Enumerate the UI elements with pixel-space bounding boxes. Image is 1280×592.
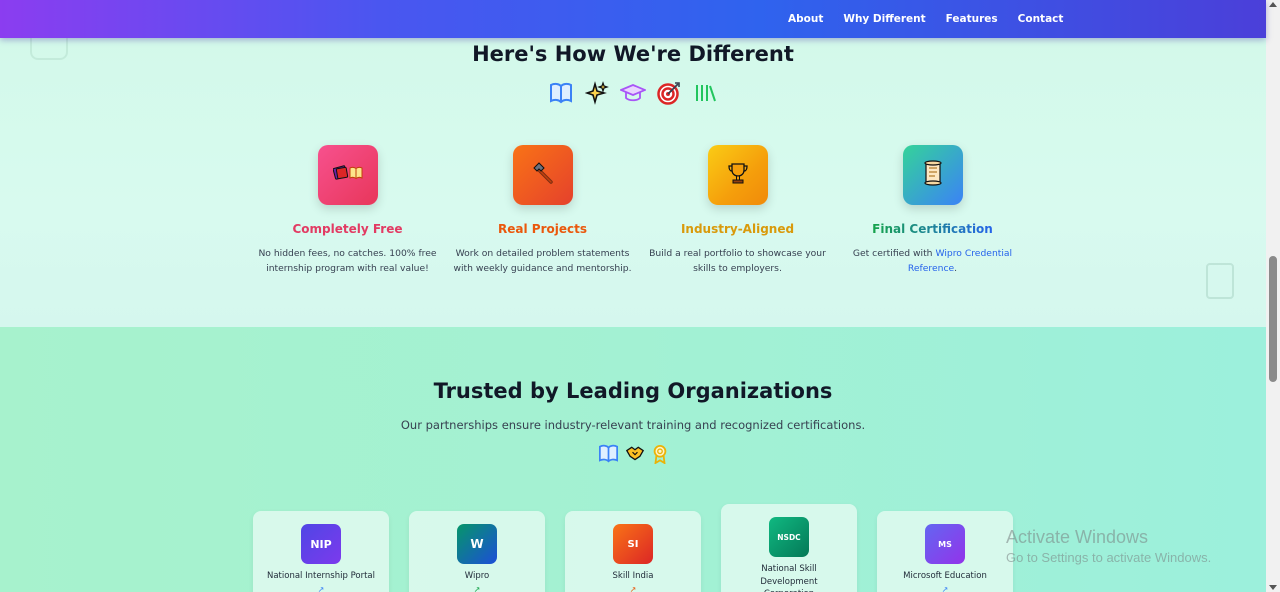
feature-industry-aligned: Industry-Aligned Build a real portfolio … bbox=[640, 145, 835, 276]
trophy-icon bbox=[726, 161, 750, 189]
org-logo: MS bbox=[925, 524, 965, 564]
feature-title: Final Certification bbox=[872, 222, 993, 236]
feature-tile bbox=[317, 145, 378, 205]
scroll-up-icon[interactable] bbox=[1269, 2, 1277, 7]
books-icon bbox=[692, 80, 718, 106]
feature-description-text: Get certified with bbox=[852, 248, 936, 259]
org-name: National Skill Development Corporation bbox=[760, 564, 818, 592]
feature-final-certification: Final Certification Get certified with W… bbox=[835, 145, 1030, 276]
page-scrollbar[interactable] bbox=[1266, 0, 1280, 592]
open-book-icon bbox=[598, 444, 619, 468]
different-icon-row bbox=[0, 80, 1266, 106]
org-logo: W bbox=[457, 524, 497, 564]
feature-description: No hidden fees, no catches. 100% free in… bbox=[258, 248, 437, 274]
external-link-icon[interactable]: ↗ bbox=[474, 585, 481, 592]
feature-title: Industry-Aligned bbox=[680, 222, 795, 236]
trusted-subtitle: Our partnerships ensure industry-relevan… bbox=[400, 418, 866, 432]
feature-description-suffix: . bbox=[954, 263, 958, 274]
org-card-skill-india[interactable]: SI Skill India ↗ bbox=[565, 511, 701, 592]
external-link-icon[interactable]: ↗ bbox=[318, 585, 325, 592]
feature-description: Get certified with Wipro Credential Refe… bbox=[843, 246, 1023, 276]
activate-windows-watermark: Activate Windows Go to Settings to activ… bbox=[1006, 527, 1211, 565]
nav-links: About Why Different Features Contact bbox=[788, 0, 1083, 38]
decorative-bookmark bbox=[1206, 263, 1234, 299]
nav-link-why-different[interactable]: Why Different bbox=[843, 13, 925, 25]
org-name: Wipro bbox=[464, 571, 490, 581]
scroll-icon bbox=[921, 160, 945, 190]
watermark-title: Activate Windows bbox=[1006, 527, 1149, 547]
feature-real-projects: Real Projects Work on detailed problem s… bbox=[445, 145, 640, 276]
scroll-down-icon[interactable] bbox=[1269, 585, 1277, 590]
open-book-icon bbox=[548, 80, 574, 106]
feature-description: Work on detailed problem statements with… bbox=[453, 248, 632, 274]
scrollbar-thumb[interactable] bbox=[1269, 256, 1277, 382]
feature-title: Completely Free bbox=[292, 222, 403, 236]
nav-link-features[interactable]: Features bbox=[946, 13, 998, 25]
feature-completely-free: Completely Free No hidden fees, no catch… bbox=[250, 145, 445, 276]
target-icon bbox=[656, 80, 682, 106]
trusted-title: Trusted by Leading Organizations bbox=[433, 379, 833, 403]
features-row: Completely Free No hidden fees, no catch… bbox=[250, 145, 1030, 276]
org-name: National Internship Portal bbox=[266, 571, 375, 581]
nav-link-contact[interactable]: Contact bbox=[1018, 13, 1064, 25]
org-card-wipro[interactable]: W Wipro ↗ bbox=[409, 511, 545, 592]
top-navbar: About Why Different Features Contact bbox=[0, 0, 1266, 38]
sparkles-icon bbox=[584, 80, 610, 106]
watermark-subtitle: Go to Settings to activate Windows. bbox=[1006, 550, 1212, 565]
org-logo: NIP bbox=[301, 524, 341, 564]
org-card-national-internship-portal[interactable]: NIP National Internship Portal ↗ bbox=[253, 511, 389, 592]
external-link-icon[interactable]: ↗ bbox=[942, 585, 949, 592]
org-card-nsdc[interactable]: NSDC National Skill Development Corporat… bbox=[721, 504, 857, 592]
feature-tile bbox=[512, 145, 573, 205]
nav-link-about[interactable]: About bbox=[788, 13, 823, 25]
feature-description: Build a real portfolio to showcase your … bbox=[649, 248, 826, 274]
org-logo: NSDC bbox=[769, 517, 809, 557]
hammer-icon bbox=[531, 161, 555, 189]
org-card-microsoft-education[interactable]: MS Microsoft Education ↗ bbox=[877, 511, 1013, 592]
different-title: Here's How We're Different bbox=[472, 42, 794, 66]
feature-title: Real Projects bbox=[498, 222, 587, 236]
different-section: Here's How We're Different Completely Fr… bbox=[0, 38, 1266, 327]
external-link-icon[interactable]: ↗ bbox=[630, 585, 637, 592]
org-logo: SI bbox=[613, 524, 653, 564]
org-name: Skill India bbox=[612, 571, 654, 581]
feature-tile bbox=[902, 145, 963, 205]
org-name: Microsoft Education bbox=[903, 571, 987, 581]
handshake-icon bbox=[625, 444, 645, 468]
books-icon bbox=[332, 163, 363, 187]
medal-icon bbox=[651, 444, 669, 468]
graduation-cap-icon bbox=[620, 80, 646, 106]
trusted-icon-row bbox=[0, 444, 1266, 468]
feature-tile bbox=[707, 145, 768, 205]
